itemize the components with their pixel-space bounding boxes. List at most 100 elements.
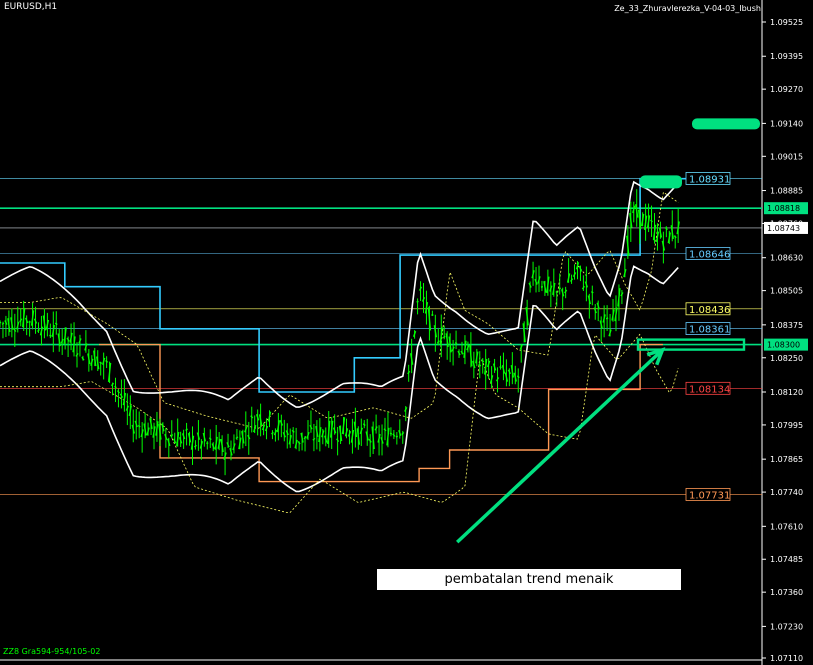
candle-body	[661, 240, 666, 251]
candle-body	[344, 428, 349, 437]
candle-body	[196, 432, 201, 440]
candle-body	[552, 282, 556, 296]
candle-body	[279, 420, 283, 426]
candle-body	[501, 365, 506, 374]
candle-body	[614, 307, 618, 322]
candle-body	[244, 426, 248, 433]
candle-body	[229, 447, 233, 456]
candle-body	[63, 327, 67, 344]
candle-body	[499, 366, 502, 369]
candle-body	[534, 278, 538, 285]
candle-body	[226, 442, 230, 448]
y-tick-label: 1.09015	[770, 152, 803, 161]
candle-body	[572, 272, 577, 278]
candle-body	[140, 429, 144, 438]
candle-body	[54, 322, 58, 326]
candle-body	[258, 414, 263, 426]
candle-body	[392, 433, 396, 437]
candle-body	[101, 357, 106, 365]
candle-body	[105, 359, 109, 363]
candle-body	[525, 307, 529, 326]
candle-body	[93, 350, 97, 367]
candle-body	[640, 213, 645, 227]
candle-body	[300, 432, 304, 443]
candle-body	[181, 433, 186, 440]
candle-body	[599, 320, 603, 329]
candle-body	[489, 375, 494, 384]
candle-body	[294, 439, 298, 449]
candle-body	[368, 438, 372, 443]
candle-body	[448, 336, 452, 353]
chart-symbol-title: EURUSD,H1	[4, 2, 58, 12]
y-tick-label: 1.07995	[770, 421, 803, 430]
annotation-box: pembatalan trend menaik	[377, 569, 681, 590]
candle-body	[332, 427, 337, 434]
candle-body	[211, 443, 215, 450]
candle-body	[623, 268, 627, 278]
candle-body	[522, 323, 526, 343]
candle-body	[250, 415, 254, 419]
candle-body	[629, 212, 633, 228]
candle-body	[164, 433, 168, 440]
candle-body	[611, 309, 615, 321]
candle-body	[590, 291, 594, 294]
candle-body	[110, 382, 115, 387]
candle-body	[481, 359, 485, 363]
candle-body	[519, 344, 523, 350]
level-label: 1.08134	[689, 384, 730, 395]
candle-body	[19, 318, 23, 323]
candle-body	[646, 215, 651, 229]
candle-body	[122, 392, 127, 406]
y-tick-label: 1.08505	[770, 287, 803, 296]
level-label: 1.08646	[689, 249, 730, 260]
candle-body	[96, 356, 100, 370]
candle-body	[407, 370, 411, 375]
y-tick-label: 1.07610	[770, 522, 803, 531]
candle-body	[255, 414, 260, 421]
candle-body	[10, 317, 14, 330]
y-tick-label: 1.08885	[770, 187, 803, 196]
candle-body	[371, 426, 375, 450]
candle-body	[365, 431, 369, 441]
candle-body	[380, 437, 384, 444]
candle-body	[232, 443, 236, 451]
y-tick-label: 1.08630	[770, 254, 803, 263]
candle-body	[327, 420, 331, 444]
candle-body	[167, 438, 171, 447]
level-label: 1.08436	[689, 305, 730, 316]
candle-body	[220, 439, 224, 453]
candle-body	[297, 440, 301, 445]
candle-body	[581, 285, 585, 290]
candle-body	[341, 417, 346, 435]
candle-body	[66, 337, 70, 342]
candle-body	[608, 329, 612, 337]
y-tick-label: 1.07360	[770, 588, 803, 597]
candle-body	[566, 273, 571, 283]
candle-body	[315, 426, 319, 438]
candle-body	[650, 219, 653, 223]
candle-body	[667, 232, 671, 244]
candle-body	[442, 335, 446, 339]
target-marker-upper	[692, 118, 760, 130]
candle-body	[549, 285, 553, 292]
candle-body	[433, 325, 438, 338]
candle-body	[561, 289, 565, 297]
candle-body	[149, 418, 153, 429]
candle-body	[383, 428, 387, 432]
candle-body	[318, 427, 322, 443]
candle-body	[329, 420, 334, 438]
candle-body	[175, 431, 180, 447]
candle-body	[439, 327, 443, 345]
candle-body	[312, 437, 316, 441]
upper-band-line	[0, 180, 679, 408]
candle-body	[558, 287, 562, 290]
candle-body	[267, 411, 272, 422]
candle-body	[418, 286, 423, 291]
candle-body	[492, 363, 497, 371]
candle-body	[338, 425, 343, 442]
candle-body	[457, 350, 461, 356]
candles	[0, 189, 680, 476]
candle-body	[36, 328, 41, 333]
y-tick-label: 1.07110	[770, 654, 803, 663]
candle-body	[190, 435, 195, 450]
